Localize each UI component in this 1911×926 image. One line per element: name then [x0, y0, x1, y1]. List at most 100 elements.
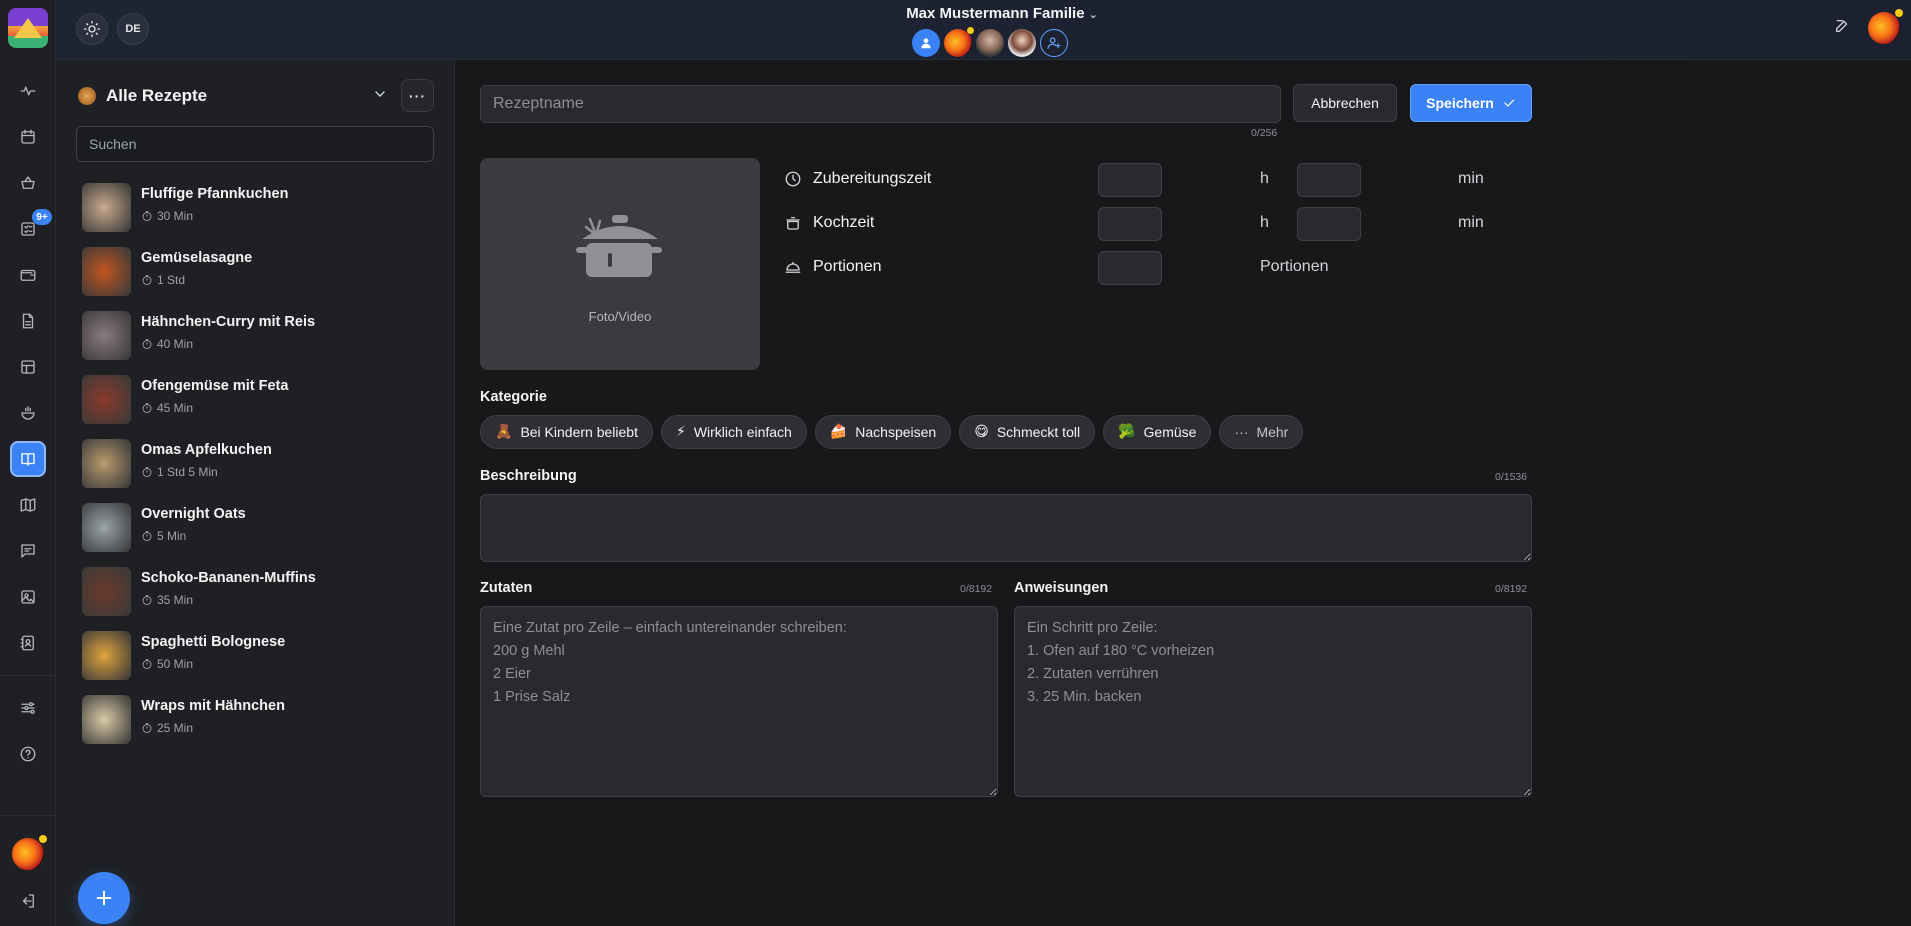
- recipe-list-item[interactable]: Omas Apfelkuchen 1 Std 5 Min: [82, 439, 422, 491]
- recipe-time: 1 Std 5 Min: [141, 465, 272, 479]
- category-emoji-icon: ⚡: [675, 424, 686, 440]
- recipe-name-input[interactable]: [480, 85, 1281, 123]
- pot-icon: [783, 213, 803, 233]
- more-categories-button[interactable]: ··· Mehr: [1219, 415, 1304, 449]
- recipe-name: Hähnchen-Curry mit Reis: [141, 314, 316, 330]
- add-member-button[interactable]: [1040, 29, 1068, 57]
- prep-minutes-input[interactable]: [1297, 163, 1361, 197]
- plus-icon: [96, 890, 112, 906]
- recipe-book-icon[interactable]: [10, 441, 46, 477]
- recipe-thumbnail: [82, 503, 131, 552]
- category-chip[interactable]: ⚡ Wirklich einfach: [660, 415, 807, 449]
- recipe-thumbnail: [82, 631, 131, 680]
- ingredients-textarea[interactable]: [480, 606, 998, 797]
- media-upload[interactable]: Foto/Video: [480, 158, 760, 370]
- timer-icon: [142, 339, 152, 349]
- recipe-thumbnail: [82, 695, 131, 744]
- name-counter: 0/256: [1251, 127, 1278, 139]
- recipe-time: 25 Min: [141, 721, 285, 735]
- language-button[interactable]: DE: [117, 13, 149, 45]
- recipe-list-item[interactable]: Spaghetti Bolognese 50 Min: [82, 631, 422, 683]
- cooking-pot-icon[interactable]: [10, 395, 46, 431]
- category-chip[interactable]: 🍰 Nachspeisen: [814, 415, 952, 449]
- member-avatar-me[interactable]: [912, 29, 940, 57]
- category-chip[interactable]: 🥦 Gemüse: [1103, 415, 1212, 449]
- recipe-name: Ofengemüse mit Feta: [141, 378, 289, 394]
- recipe-time: 40 Min: [141, 337, 315, 351]
- category-icon: [78, 87, 96, 105]
- recipe-list-item[interactable]: Schoko-Bananen-Muffins 35 Min: [82, 567, 422, 619]
- family-switcher[interactable]: Max Mustermann Familie ⌄: [892, 5, 1112, 22]
- category-chip-label: Schmeckt toll: [996, 424, 1081, 440]
- cook-time-row: Kochzeit: [783, 206, 874, 240]
- recipe-time-label: 5 Min: [157, 529, 187, 543]
- more-options-button[interactable]: ···: [401, 79, 434, 112]
- prep-time-row: Zubereitungszeit: [783, 162, 931, 196]
- prep-hours-input[interactable]: [1098, 163, 1162, 197]
- chat-icon[interactable]: [10, 533, 46, 569]
- add-recipe-button[interactable]: [78, 872, 130, 924]
- list-header[interactable]: Alle Rezepte: [78, 84, 207, 108]
- settings-sliders-icon[interactable]: [10, 690, 46, 726]
- recipe-list-item[interactable]: Ofengemüse mit Feta 45 Min: [82, 375, 422, 427]
- user-avatar[interactable]: [10, 835, 47, 872]
- timer-icon: [142, 211, 152, 221]
- cancel-button[interactable]: Abbrechen: [1293, 84, 1397, 122]
- instructions-textarea[interactable]: [1014, 606, 1532, 797]
- shopping-basket-icon[interactable]: [10, 165, 46, 201]
- search-input[interactable]: [76, 126, 434, 162]
- recipe-list-item[interactable]: Overnight Oats 5 Min: [82, 503, 422, 555]
- cook-minutes-input[interactable]: [1297, 207, 1361, 241]
- logout-icon[interactable]: [10, 883, 46, 919]
- recipe-time-label: 30 Min: [157, 209, 194, 223]
- recipe-time-label: 1 Std 5 Min: [157, 465, 218, 479]
- recipe-list-item[interactable]: Fluffige Pfannkuchen 30 Min: [82, 183, 422, 235]
- rail-divider: [0, 815, 56, 816]
- recipe-time-label: 45 Min: [157, 401, 194, 415]
- recipe-list-item[interactable]: Wraps mit Hähnchen 25 Min: [82, 695, 422, 747]
- recipe-thumbnail: [82, 375, 131, 424]
- profile-avatar[interactable]: [1868, 9, 1903, 44]
- app-logo[interactable]: [8, 8, 48, 48]
- ellipsis-icon: ···: [409, 87, 426, 104]
- theme-toggle-button[interactable]: [76, 13, 108, 45]
- description-label: Beschreibung: [480, 468, 577, 484]
- wallet-icon[interactable]: [10, 257, 46, 293]
- cook-hours-input[interactable]: [1098, 207, 1162, 241]
- icon-rail: 9+: [0, 0, 56, 926]
- member-avatar[interactable]: [976, 29, 1004, 57]
- calendar-icon[interactable]: [10, 119, 46, 155]
- recipe-time-label: 25 Min: [157, 721, 194, 735]
- notification-badge: 9+: [32, 209, 52, 225]
- table-icon[interactable]: [10, 349, 46, 385]
- chevron-down-icon[interactable]: [372, 86, 392, 106]
- sun-icon: [83, 20, 101, 38]
- category-chip-label: Nachspeisen: [855, 424, 937, 440]
- edit-icon[interactable]: [1834, 18, 1856, 40]
- timer-icon: [142, 275, 152, 285]
- portions-input[interactable]: [1098, 251, 1162, 285]
- category-chip[interactable]: 😋 Schmeckt toll: [959, 415, 1096, 449]
- category-chip[interactable]: 🧸 Bei Kindern beliebt: [480, 415, 653, 449]
- category-chips: 🧸 Bei Kindern beliebt ⚡ Wirklich einfach 🍰 Na…: [480, 415, 1304, 449]
- ingredients-label: Zutaten: [480, 580, 533, 596]
- timer-icon: [142, 723, 152, 733]
- activity-icon[interactable]: [10, 73, 46, 109]
- cooking-pot-icon: [576, 214, 662, 277]
- contacts-icon[interactable]: [10, 625, 46, 661]
- member-avatar[interactable]: [944, 27, 974, 57]
- member-avatar[interactable]: [1008, 29, 1036, 57]
- timer-icon: [142, 595, 152, 605]
- save-button[interactable]: Speichern: [1410, 84, 1532, 122]
- document-icon[interactable]: [10, 303, 46, 339]
- recipe-list-item[interactable]: Hähnchen-Curry mit Reis 40 Min: [82, 311, 422, 363]
- description-textarea[interactable]: [480, 494, 1532, 562]
- minute-unit: min: [1458, 214, 1484, 231]
- category-chip-label: Gemüse: [1143, 424, 1197, 440]
- help-icon[interactable]: [10, 736, 46, 772]
- hour-unit: h: [1260, 214, 1269, 231]
- recipe-list-item[interactable]: Gemüselasagne 1 Std: [82, 247, 422, 299]
- photos-icon[interactable]: [10, 579, 46, 615]
- instructions-label: Anweisungen: [1014, 580, 1109, 596]
- map-icon[interactable]: [10, 487, 46, 523]
